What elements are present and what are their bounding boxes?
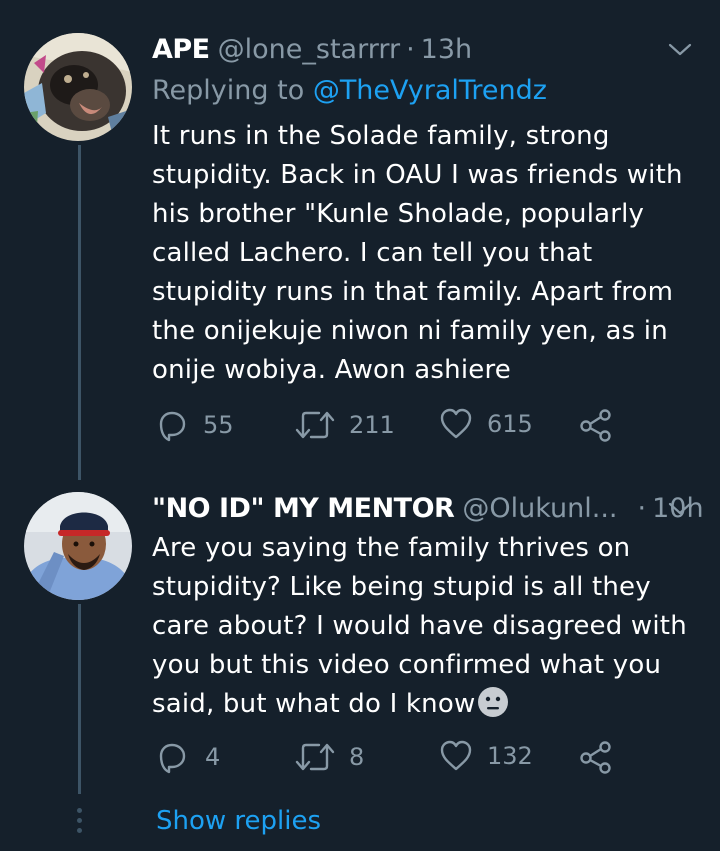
tweet-2-text-content: Are you saying the family thrives on stu… xyxy=(152,533,687,719)
share-button[interactable] xyxy=(579,740,613,774)
reply-count: 55 xyxy=(203,411,234,439)
gorilla-avatar[interactable] xyxy=(24,33,132,141)
retweet-icon xyxy=(295,411,335,439)
reply-count: 4 xyxy=(205,743,221,771)
tweet-text: It runs in the Solade family, strong stu… xyxy=(152,117,702,390)
replying-to-mention[interactable]: @TheVyralTrendz xyxy=(313,75,547,106)
tweet-2-header: "NO ID" MY MENTOR @Olukunl... · 10h xyxy=(152,488,704,528)
display-name[interactable]: APE xyxy=(152,34,210,65)
heart-icon xyxy=(440,408,472,439)
separator-dot: · xyxy=(406,33,415,65)
reply-icon xyxy=(159,743,186,774)
user-handle[interactable]: @Olukunl... xyxy=(462,493,617,524)
reply-button[interactable]: 55 xyxy=(155,408,234,442)
separator-dot: · xyxy=(637,492,647,524)
tweet-1-text: It runs in the Solade family, strong stu… xyxy=(152,121,683,385)
user-handle[interactable]: @lone_starrrr xyxy=(218,34,400,65)
retweet-count: 8 xyxy=(349,743,365,771)
tweet-2-actions: 4 8 132 xyxy=(155,740,625,780)
heart-icon xyxy=(440,740,472,771)
retweet-icon xyxy=(295,743,335,771)
retweet-count: 211 xyxy=(349,411,395,439)
gorilla-avatar-image xyxy=(24,33,132,141)
reply-icon xyxy=(159,411,186,442)
retweet-button[interactable]: 8 xyxy=(295,740,364,774)
tweet-text: Are you saying the family thrives on stu… xyxy=(152,529,702,724)
like-button[interactable]: 132 xyxy=(439,740,533,772)
share-button[interactable] xyxy=(579,408,613,442)
replying-prefix: Replying to xyxy=(152,75,305,106)
share-icon xyxy=(580,741,611,774)
chevron-down-icon[interactable] xyxy=(668,38,692,62)
tweet-1-actions: 55 211 615 xyxy=(155,408,625,448)
retweet-button[interactable]: 211 xyxy=(295,408,395,442)
show-replies-link[interactable]: Show replies xyxy=(156,806,321,836)
man-with-cap-avatar[interactable] xyxy=(24,492,132,600)
dot xyxy=(76,828,82,833)
dot xyxy=(76,818,82,823)
neutral-face-emoji xyxy=(478,687,509,717)
chevron-down-icon[interactable] xyxy=(668,497,692,521)
like-count: 615 xyxy=(487,410,533,438)
tweet-2[interactable]: "NO ID" MY MENTOR @Olukunl... · 10h Are … xyxy=(0,470,720,800)
man-with-cap-avatar-image xyxy=(24,492,132,600)
tweet-1[interactable]: APE @lone_starrrr · 13h Replying to @The… xyxy=(0,0,720,470)
like-button[interactable]: 615 xyxy=(439,408,533,440)
replying-to-line: Replying to @TheVyralTrendz xyxy=(152,75,547,106)
reply-button[interactable]: 4 xyxy=(155,740,220,774)
more-replies-dots xyxy=(75,808,83,838)
tweet-2-text: Are you saying the family thrives on stu… xyxy=(152,529,702,724)
like-count: 132 xyxy=(487,742,533,770)
dot xyxy=(76,808,82,813)
timestamp[interactable]: 13h xyxy=(421,34,472,65)
share-icon xyxy=(580,409,611,442)
tweet-1-header: APE @lone_starrrr · 13h xyxy=(152,29,472,69)
display-name[interactable]: "NO ID" MY MENTOR xyxy=(152,493,455,524)
